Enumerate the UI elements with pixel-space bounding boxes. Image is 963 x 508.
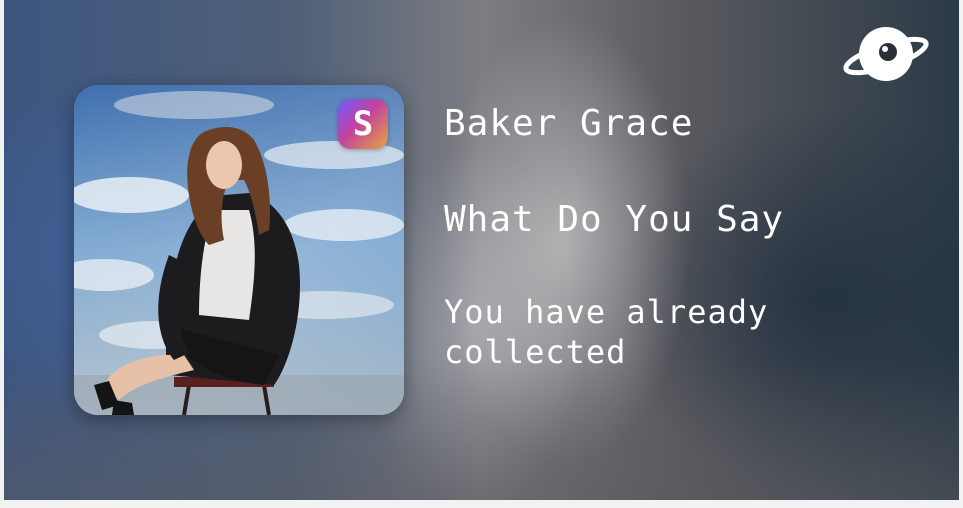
collection-status: You have already collected: [444, 293, 769, 371]
collectible-card: S Baker Grace What Do You Say You have a…: [4, 0, 959, 500]
planet-ring-logo-graphic: [843, 27, 929, 81]
planet-ring-logo-icon[interactable]: [841, 18, 931, 90]
artist-name: Baker Grace: [444, 103, 694, 144]
track-title: What Do You Say: [444, 199, 785, 240]
collectible-info: Baker Grace What Do You Say You have alr…: [444, 100, 844, 372]
badge-letter: S: [352, 104, 374, 144]
platform-s-badge-icon: S: [338, 99, 388, 149]
album-cover[interactable]: S: [74, 85, 404, 415]
